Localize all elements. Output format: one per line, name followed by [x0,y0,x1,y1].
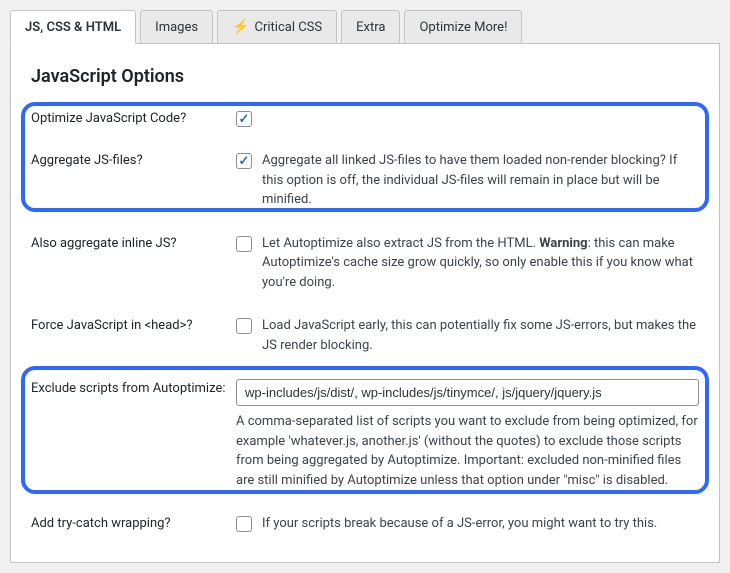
exclude-scripts-input[interactable] [236,379,699,406]
tab-critical-css[interactable]: ⚡ Critical CSS [217,10,337,43]
tab-extra[interactable]: Extra [341,10,400,43]
force-head-checkbox[interactable] [236,318,252,334]
optimize-js-label: Optimize JavaScript Code? [31,109,236,126]
optimize-js-checkbox[interactable] [236,111,252,127]
lightning-icon: ⚡ [232,19,249,35]
settings-tabs: JS, CSS & HTML Images ⚡ Critical CSS Ext… [10,10,720,43]
settings-panel: JavaScript Options Optimize JavaScript C… [10,43,720,563]
aggregate-js-label: Aggregate JS-files? [31,151,236,168]
trycatch-label: Add try-catch wrapping? [31,514,236,531]
inline-js-desc: Let Autoptimize also extract JS from the… [262,234,699,293]
trycatch-desc: If your scripts break because of a JS-er… [262,514,657,534]
row-exclude-scripts: Exclude scripts from Autoptimize: A comm… [31,379,699,490]
inline-js-label: Also aggregate inline JS? [31,234,236,251]
exclude-scripts-desc: A comma-separated list of scripts you wa… [236,412,699,490]
aggregate-js-desc: Aggregate all linked JS-files to have th… [262,151,699,210]
row-force-head: Force JavaScript in <head>? Load JavaScr… [31,316,699,355]
tab-images[interactable]: Images [140,10,213,43]
force-head-desc: Load JavaScript early, this can potentia… [262,316,699,355]
exclude-scripts-label: Exclude scripts from Autoptimize: [31,379,236,396]
row-aggregate-js: Aggregate JS-files? Aggregate all linked… [31,151,699,210]
tab-optimize-more[interactable]: Optimize More! [404,10,522,43]
aggregate-js-checkbox[interactable] [236,153,252,169]
row-inline-js: Also aggregate inline JS? Let Autoptimiz… [31,234,699,293]
force-head-label: Force JavaScript in <head>? [31,316,236,333]
row-optimize-js: Optimize JavaScript Code? [31,109,699,127]
tab-critical-css-label: Critical CSS [255,20,323,35]
section-title: JavaScript Options [31,66,699,87]
row-trycatch: Add try-catch wrapping? If your scripts … [31,514,699,534]
inline-js-checkbox[interactable] [236,236,252,252]
trycatch-checkbox[interactable] [236,516,252,532]
tab-js-css-html[interactable]: JS, CSS & HTML [10,10,136,44]
